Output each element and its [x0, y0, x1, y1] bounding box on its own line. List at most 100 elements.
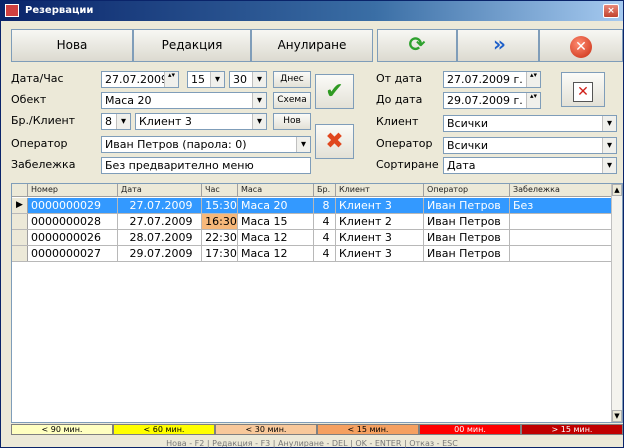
column-header[interactable]: Клиент	[336, 184, 424, 197]
table-row[interactable]: 0000000028 27.07.2009 16:30 Маса 15 4 Кл…	[12, 214, 611, 230]
cell-time: 15:30	[202, 198, 238, 213]
cell-time: 16:30	[202, 214, 238, 229]
note-input[interactable]: Без предварително меню	[101, 157, 311, 174]
cell-count: 4	[314, 246, 336, 261]
shortcut-hint: Нова - F2 | Редакция - F3 | Анулиране - …	[166, 439, 458, 448]
cell-client: Клиент 3	[336, 198, 424, 213]
edit-reservation-button[interactable]: Редакция	[133, 29, 251, 62]
operator-label: Оператор	[11, 137, 68, 150]
refresh-button[interactable]: ⟳	[377, 29, 457, 62]
cell-note	[510, 214, 611, 229]
column-header[interactable]: Дата	[118, 184, 202, 197]
scroll-down-icon[interactable]: ▼	[612, 410, 622, 422]
cell-note	[510, 246, 611, 261]
cross-icon: ✖	[325, 129, 344, 154]
new-reservation-button[interactable]: Нова	[11, 29, 133, 62]
column-header[interactable]: Оператор	[424, 184, 510, 197]
object-select[interactable]: Маса 20	[101, 92, 267, 109]
column-header[interactable]: Маса	[238, 184, 314, 197]
cell-number: 0000000028	[28, 214, 118, 229]
new-client-button[interactable]: Нов	[273, 113, 311, 130]
reservation-form: Дата/Час 27.07.2009 г. 15 30 Днес Обект …	[11, 69, 623, 179]
filter-operator-label: Оператор	[376, 137, 433, 150]
cell-client: Клиент 3	[336, 230, 424, 245]
cell-note: Без	[513, 199, 534, 212]
cell-number: 0000000029	[28, 198, 118, 213]
app-icon	[5, 4, 19, 17]
from-date-label: От дата	[376, 72, 423, 85]
cancel-reservation-button[interactable]: Анулиране	[251, 29, 373, 62]
sort-select[interactable]: Дата	[443, 157, 617, 174]
ok-button[interactable]: ✔	[315, 74, 354, 109]
forward-button[interactable]: »	[457, 29, 539, 62]
cell-date: 27.07.2009	[118, 198, 202, 213]
exit-button[interactable]: ✕	[539, 29, 623, 62]
table-row[interactable]: ▶ 0000000029 27.07.2009 15:30 Маса 20 8 …	[12, 198, 611, 214]
scroll-up-icon[interactable]: ▲	[612, 184, 622, 196]
cell-table: Маса 20	[238, 198, 314, 213]
hour-select[interactable]: 15	[187, 71, 225, 88]
row-indicator	[12, 214, 28, 229]
date-field[interactable]: 27.07.2009 г.	[101, 71, 179, 88]
column-header[interactable]: Бр.	[314, 184, 336, 197]
forward-icon: »	[493, 32, 506, 56]
sort-label: Сортиране	[376, 158, 439, 171]
time-legend: < 90 мин. < 60 мин. < 30 мин. < 15 мин. …	[11, 424, 623, 435]
table-row[interactable]: 0000000026 28.07.2009 22:30 Маса 12 4 Кл…	[12, 230, 611, 246]
to-date-label: До дата	[376, 93, 423, 106]
action-toolbar: Нова Редакция Анулиране ⟳ » ✕	[11, 29, 623, 62]
legend-item: < 30 мин.	[215, 424, 317, 435]
legend-item: < 60 мин.	[113, 424, 215, 435]
table-row[interactable]: 0000000027 29.07.2009 17:30 Маса 12 4 Кл…	[12, 246, 611, 262]
today-button[interactable]: Днес	[273, 71, 311, 88]
grid-header: Номер Дата Час Маса Бр. Клиент Оператор …	[12, 184, 611, 197]
row-indicator	[12, 230, 28, 245]
cell-date: 27.07.2009	[118, 214, 202, 229]
object-label: Обект	[11, 93, 47, 106]
window-title: Резервации	[25, 5, 94, 16]
from-date-field[interactable]: 27.07.2009 г.	[443, 71, 541, 88]
filter-operator-select[interactable]: Всички	[443, 137, 617, 154]
legend-item: 00 мин.	[419, 424, 521, 435]
cell-client: Клиент 2	[336, 214, 424, 229]
cancel-button[interactable]: ✖	[315, 124, 354, 159]
cell-operator: Иван Петров	[424, 246, 510, 261]
cell-operator: Иван Петров	[424, 214, 510, 229]
minute-select[interactable]: 30	[229, 71, 267, 88]
cell-note	[510, 230, 611, 245]
column-header[interactable]: Номер	[28, 184, 118, 197]
to-date-field[interactable]: 29.07.2009 г.	[443, 92, 541, 109]
cell-table: Маса 15	[238, 214, 314, 229]
grid-vertical-scrollbar[interactable]: ▲ ▼	[611, 184, 622, 422]
count-client-label: Бр./Клиент	[11, 114, 76, 127]
row-indicator	[12, 246, 28, 261]
reservations-grid[interactable]: Номер Дата Час Маса Бр. Клиент Оператор …	[11, 183, 623, 423]
reservations-window: Резервации × Нова Редакция Анулиране ⟳ »…	[0, 0, 624, 448]
operator-select[interactable]: Иван Петров (парола: 0)	[101, 136, 311, 153]
legend-item: < 90 мин.	[11, 424, 113, 435]
window-close-button[interactable]: ×	[603, 4, 619, 18]
cell-count: 4	[314, 214, 336, 229]
cell-client: Клиент 3	[336, 246, 424, 261]
cell-operator: Иван Петров	[424, 198, 510, 213]
date-time-label: Дата/Час	[11, 72, 64, 85]
clear-filter-icon: ✕	[573, 82, 593, 102]
row-indicator-icon: ▶	[12, 198, 28, 213]
refresh-icon: ⟳	[408, 32, 426, 56]
schema-button[interactable]: Схема	[273, 92, 311, 109]
count-select[interactable]: 8	[101, 113, 131, 130]
title-bar[interactable]: Резервации ×	[1, 1, 623, 21]
column-header[interactable]: Забележка	[510, 184, 611, 197]
clear-filter-button[interactable]: ✕	[561, 72, 605, 107]
column-header[interactable]: Час	[202, 184, 238, 197]
client-select[interactable]: Клиент 3	[135, 113, 267, 130]
filter-client-select[interactable]: Всички	[443, 115, 617, 132]
cell-count: 4	[314, 230, 336, 245]
filter-client-label: Клиент	[376, 115, 419, 128]
checkmark-icon: ✔	[325, 79, 344, 104]
header-indicator	[12, 184, 28, 197]
cell-date: 28.07.2009	[118, 230, 202, 245]
cell-count: 8	[314, 198, 336, 213]
legend-item: > 15 мин.	[521, 424, 623, 435]
note-label: Забележка	[11, 158, 76, 171]
